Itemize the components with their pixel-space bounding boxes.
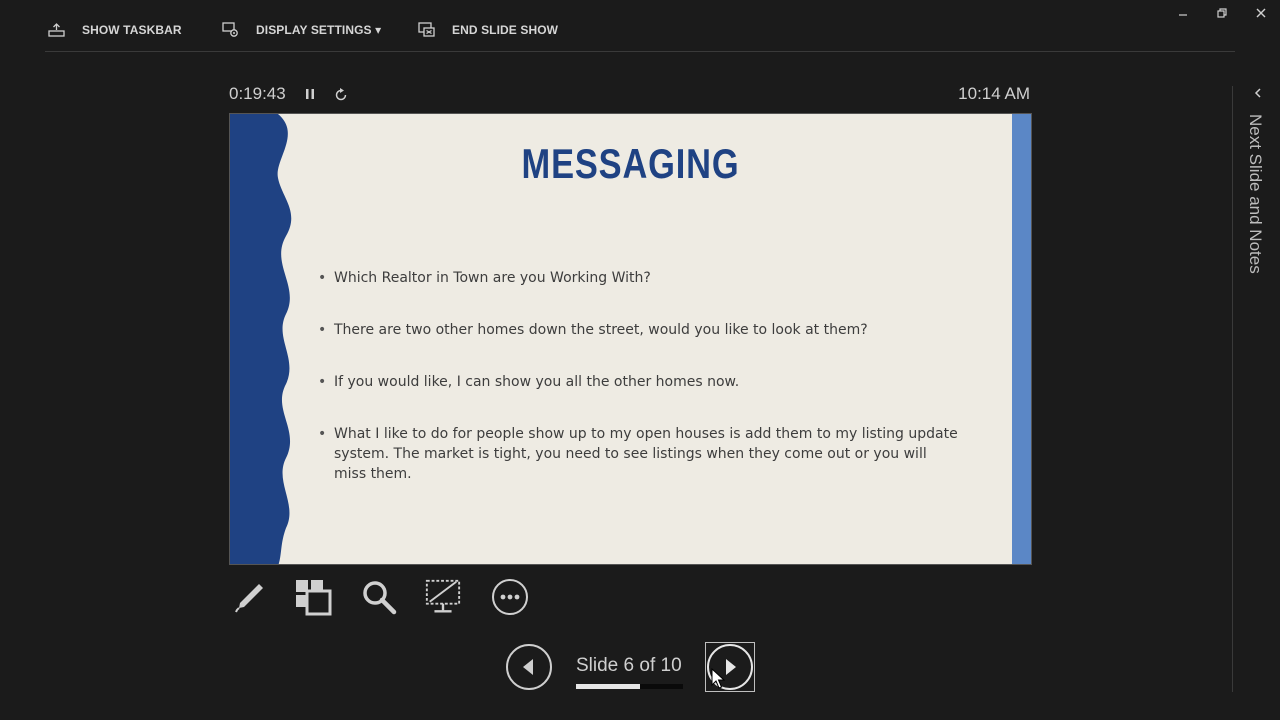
grid-slides-icon	[296, 580, 332, 616]
side-panel-label: Next Slide and Notes	[1246, 114, 1265, 274]
slide-counter[interactable]: Slide 6 of 10	[576, 655, 682, 677]
next-slide-and-notes-tab[interactable]: Next Slide and Notes	[1245, 114, 1269, 284]
black-screen-button[interactable]	[424, 578, 462, 616]
slide-bullet: There are two other homes down the stree…	[318, 320, 958, 340]
pause-timer-button[interactable]	[302, 86, 318, 102]
mouse-cursor-icon	[711, 668, 725, 689]
zoom-button[interactable]	[360, 578, 398, 616]
end-show-icon	[418, 22, 435, 37]
show-taskbar-label: SHOW TASKBAR	[82, 23, 182, 37]
slide-progress-bar	[576, 684, 683, 689]
pen-icon	[235, 584, 263, 613]
more-options-icon	[492, 579, 528, 615]
toolbar-divider	[45, 51, 1235, 52]
pause-icon	[306, 89, 314, 99]
current-slide[interactable]: MESSAGING Which Realtor in Town are you …	[229, 113, 1032, 565]
slide-bullet: Which Realtor in Town are you Working Wi…	[318, 268, 958, 288]
taskbar-icon	[48, 23, 65, 37]
previous-arrow-icon	[506, 644, 552, 690]
display-settings-label: DISPLAY SETTINGS ▾	[256, 23, 382, 37]
restart-icon	[335, 88, 347, 101]
magnifier-icon	[363, 581, 397, 615]
elapsed-timer: 0:19:43	[229, 84, 286, 103]
chevron-left-icon	[1254, 88, 1261, 98]
slide-wave-decoration	[230, 114, 292, 564]
display-settings-icon	[222, 22, 238, 37]
slide-bullet: What I like to do for people show up to …	[318, 424, 958, 484]
see-all-slides-button[interactable]	[294, 578, 332, 616]
previous-slide-button[interactable]	[504, 642, 554, 692]
pen-tool-button[interactable]	[230, 578, 268, 616]
end-slide-show-label: END SLIDE SHOW	[452, 23, 559, 37]
slide-title: MESSAGING	[521, 140, 740, 187]
side-panel-divider	[1232, 86, 1233, 692]
slide-progress-fill	[576, 684, 641, 689]
expand-side-panel-button[interactable]	[1252, 86, 1264, 100]
restore-button[interactable]	[1212, 4, 1232, 22]
minimize-button[interactable]	[1173, 4, 1193, 22]
end-slide-show-button[interactable]: END SLIDE SHOW	[418, 20, 558, 40]
slide-accent-bar	[1012, 114, 1031, 564]
close-button[interactable]	[1251, 4, 1271, 22]
restore-icon	[1217, 8, 1227, 18]
minimize-icon	[1179, 14, 1187, 16]
close-icon	[1256, 8, 1266, 18]
display-settings-button[interactable]: DISPLAY SETTINGS ▾	[222, 20, 381, 40]
more-options-button[interactable]	[491, 578, 529, 616]
slide-bullet-list: Which Realtor in Town are you Working Wi…	[318, 268, 958, 516]
show-taskbar-button[interactable]: SHOW TASKBAR	[48, 20, 182, 40]
slide-bullet: If you would like, I can show you all th…	[318, 372, 958, 392]
restart-timer-button[interactable]	[332, 86, 350, 104]
presenter-toolbar: SHOW TASKBAR DISPLAY SETTINGS ▾ END SLID…	[0, 0, 1280, 56]
current-time: 10:14 AM	[958, 84, 1030, 103]
black-screen-icon	[425, 579, 461, 613]
